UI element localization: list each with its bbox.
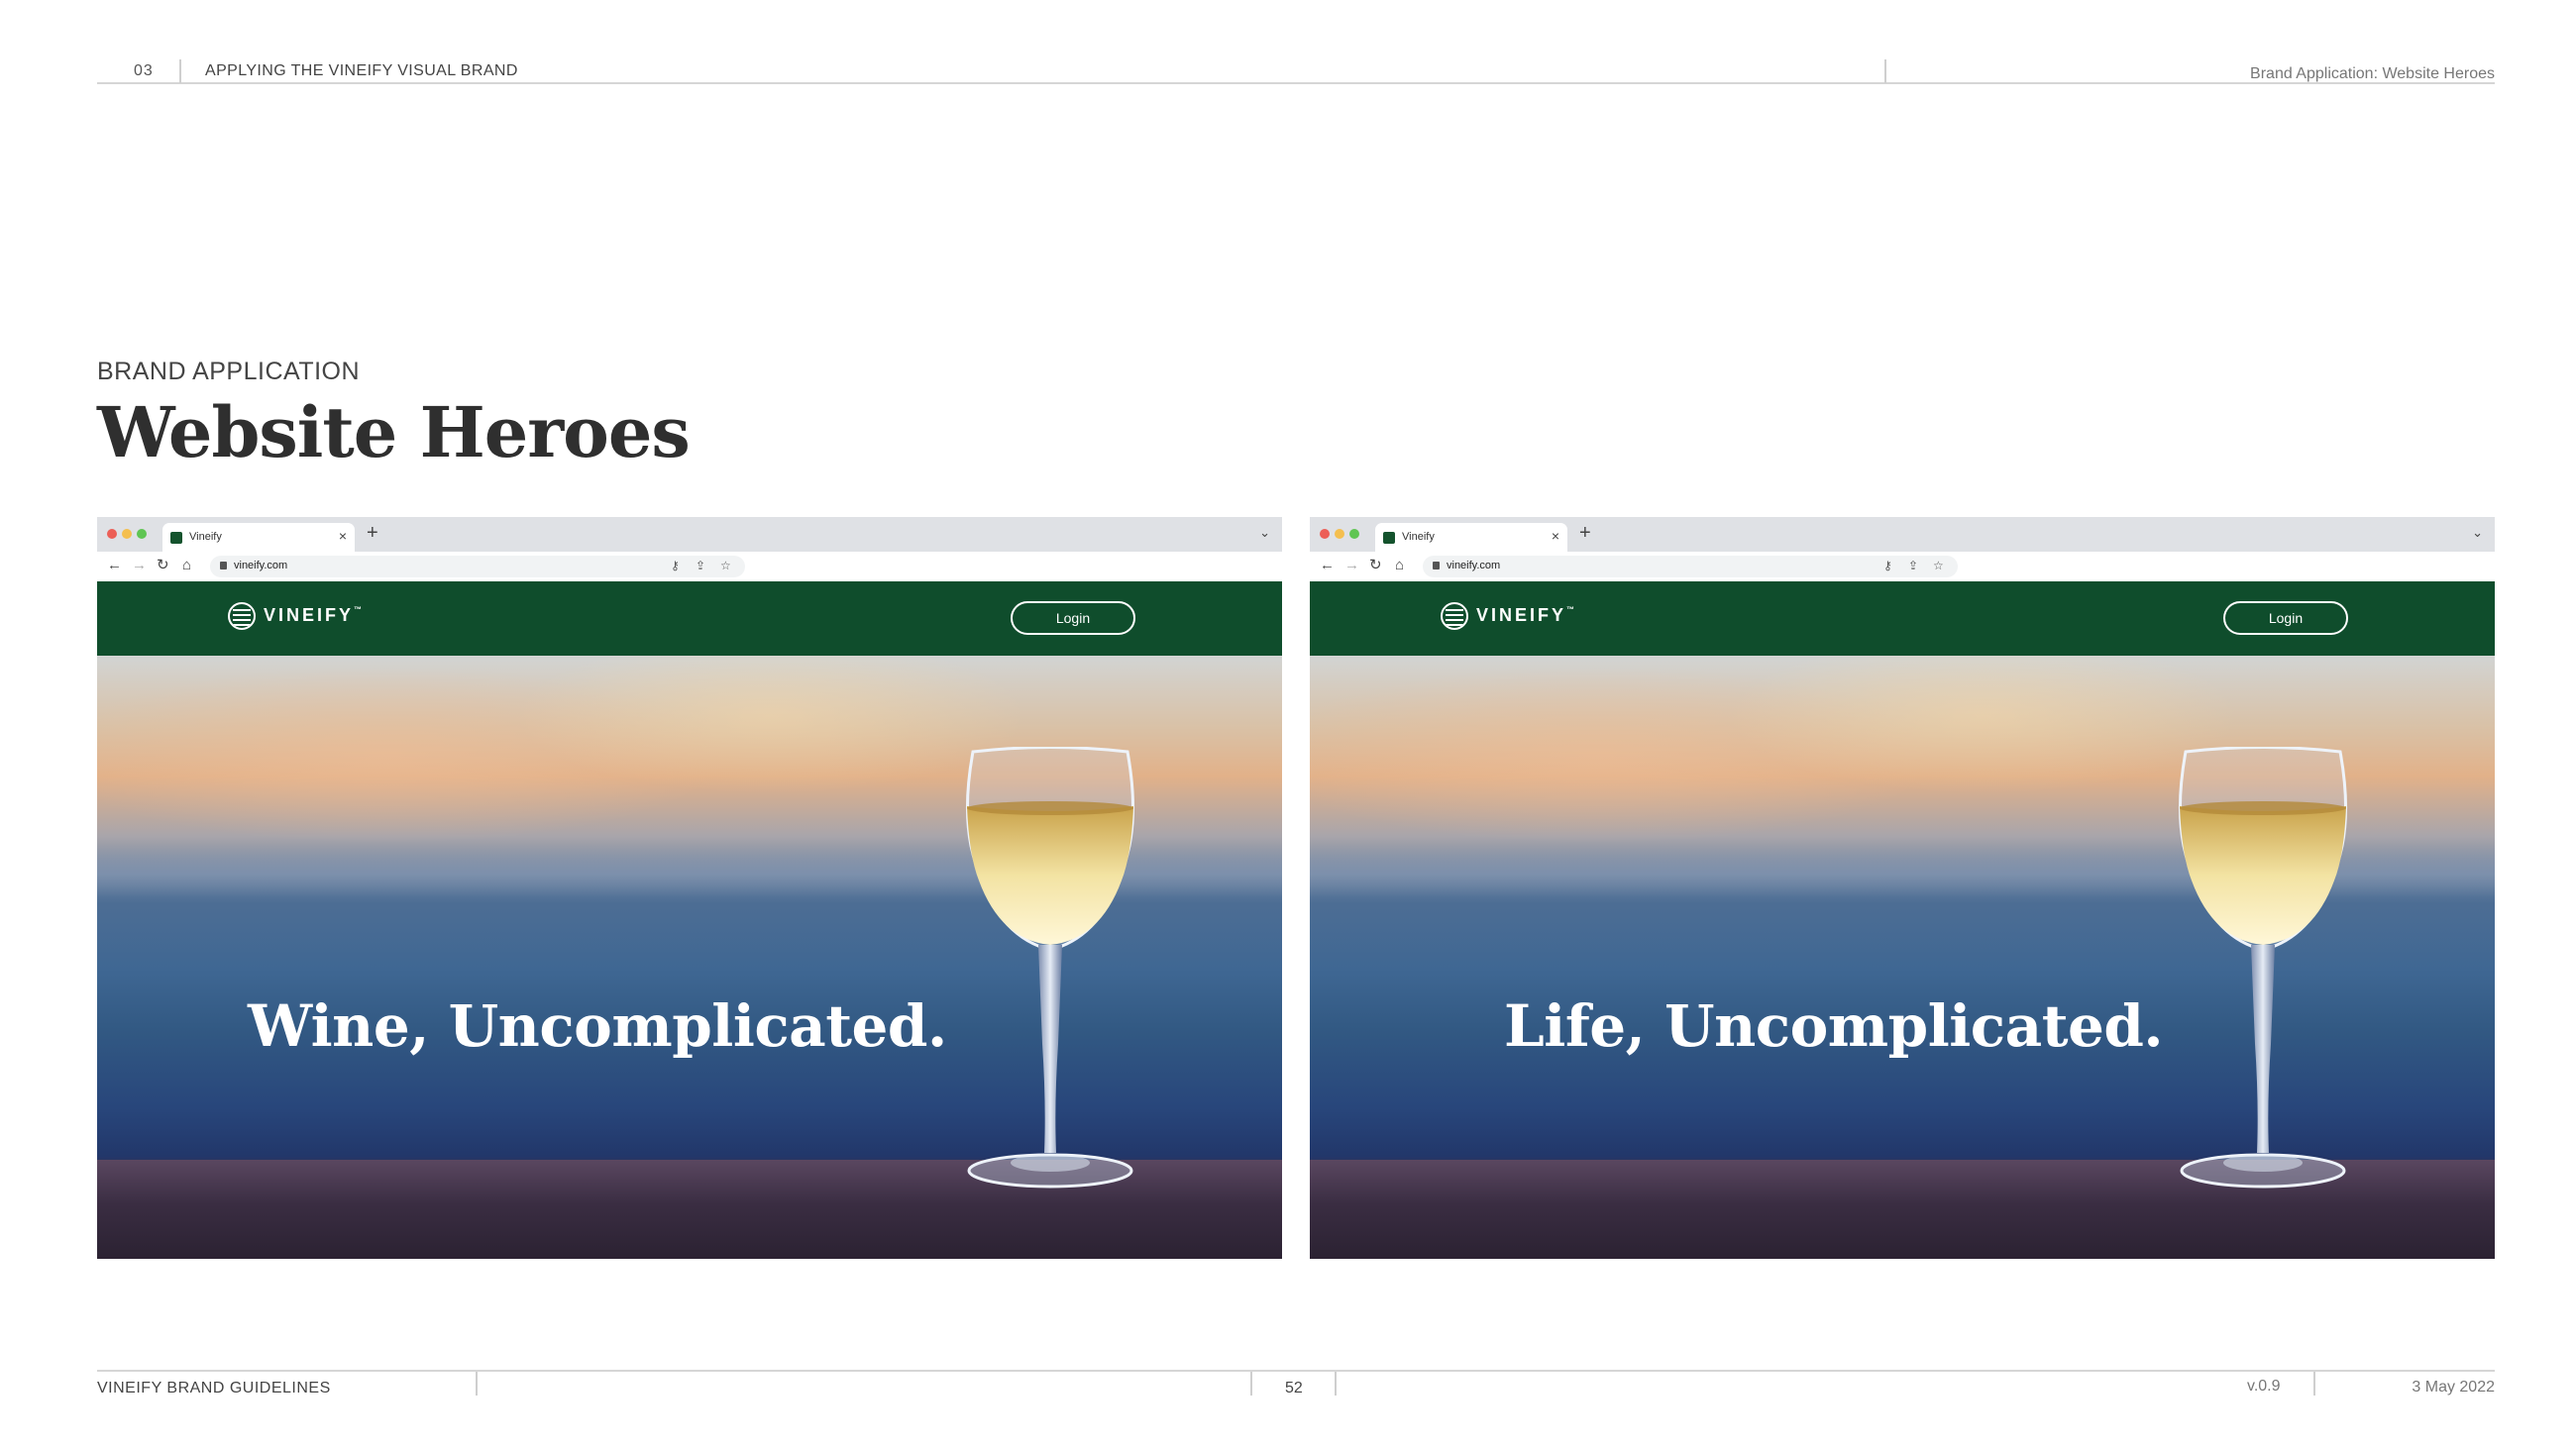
browser-tab-bar: Vineify × + ⌄	[97, 517, 1282, 552]
date-label: 3 May 2022	[2412, 1379, 2495, 1396]
zoom-window-icon[interactable]	[1349, 529, 1359, 539]
reload-icon[interactable]: ↻	[1369, 556, 1382, 575]
address-bar: ← → ↻ ⌂ vineify.com ⚷ ⇪ ☆	[1310, 552, 2495, 582]
footer-divider	[1335, 1372, 1337, 1396]
section-number: 03	[134, 62, 154, 79]
login-button[interactable]: Login	[2223, 601, 2348, 635]
header-divider	[1884, 59, 1886, 83]
browser-tab[interactable]: Vineify ×	[162, 523, 355, 552]
key-icon[interactable]: ⚷	[1883, 559, 1892, 572]
lock-icon	[1433, 562, 1440, 569]
hero-headline: Wine, Uncomplicated.	[248, 992, 947, 1060]
close-window-icon[interactable]	[1320, 529, 1330, 539]
address-bar: ← → ↻ ⌂ vineify.com ⚷ ⇪ ☆	[97, 552, 1282, 582]
new-tab-icon[interactable]: +	[1579, 522, 1591, 544]
header-rule	[97, 82, 2495, 84]
vineify-logo-icon[interactable]	[1441, 602, 1468, 630]
browser-tab-bar: Vineify × + ⌄	[1310, 517, 2495, 552]
tab-label: Vineify	[189, 531, 222, 543]
close-window-icon[interactable]	[107, 529, 117, 539]
site-navbar: VINEIFY™ Login	[97, 581, 1282, 656]
vineify-logo-icon[interactable]	[228, 602, 256, 630]
browser-tab[interactable]: Vineify ×	[1375, 523, 1567, 552]
home-icon[interactable]: ⌂	[1395, 556, 1404, 575]
page-title: Website Heroes	[97, 391, 691, 473]
section-title: APPLYING THE VINEIFY VISUAL BRAND	[205, 62, 518, 79]
favicon-icon	[170, 532, 182, 544]
lock-icon	[220, 562, 227, 569]
forward-icon[interactable]: →	[132, 556, 147, 575]
url-text: vineify.com	[1447, 560, 1501, 571]
header-divider	[179, 59, 181, 83]
website-hero-mockup-life: Vineify × + ⌄ ← → ↻ ⌂ vineify.com ⚷ ⇪ ☆ …	[1310, 517, 2495, 1259]
footer-divider	[2313, 1372, 2315, 1396]
vineify-logo-text[interactable]: VINEIFY™	[264, 605, 362, 626]
hero-headline: Life, Uncomplicated.	[1504, 992, 2164, 1060]
url-field[interactable]: vineify.com ⚷ ⇪ ☆	[210, 556, 745, 577]
login-button[interactable]: Login	[1011, 601, 1135, 635]
guide-name: VINEIFY BRAND GUIDELINES	[97, 1380, 331, 1397]
share-icon[interactable]: ⇪	[1908, 559, 1918, 572]
star-icon[interactable]: ☆	[720, 559, 731, 572]
hero-image: Life, Uncomplicated.	[1310, 656, 2495, 1259]
home-icon[interactable]: ⌂	[182, 556, 191, 575]
back-icon[interactable]: ←	[107, 556, 122, 575]
hero-image: Wine, Uncomplicated.	[97, 656, 1282, 1259]
wine-glass-illustration	[965, 747, 1135, 1189]
close-tab-icon[interactable]: ×	[339, 528, 347, 544]
footer-divider	[1250, 1372, 1252, 1396]
key-icon[interactable]: ⚷	[671, 559, 680, 572]
chevron-down-icon[interactable]: ⌄	[1259, 525, 1270, 541]
reload-icon[interactable]: ↻	[157, 556, 169, 575]
forward-icon[interactable]: →	[1344, 556, 1359, 575]
close-tab-icon[interactable]: ×	[1552, 528, 1559, 544]
eyebrow-label: BRAND APPLICATION	[97, 358, 361, 385]
version-label: v.0.9	[2247, 1378, 2281, 1395]
back-icon[interactable]: ←	[1320, 556, 1335, 575]
website-hero-mockup-wine: Vineify × + ⌄ ← → ↻ ⌂ vineify.com ⚷ ⇪ ☆ …	[97, 517, 1282, 1259]
star-icon[interactable]: ☆	[1933, 559, 1944, 572]
tab-label: Vineify	[1402, 531, 1435, 543]
page-topic: Brand Application: Website Heroes	[2250, 65, 2495, 82]
share-icon[interactable]: ⇪	[696, 559, 705, 572]
site-navbar: VINEIFY™ Login	[1310, 581, 2495, 656]
favicon-icon	[1383, 532, 1395, 544]
url-text: vineify.com	[234, 560, 288, 571]
zoom-window-icon[interactable]	[137, 529, 147, 539]
url-field[interactable]: vineify.com ⚷ ⇪ ☆	[1423, 556, 1958, 577]
minimize-window-icon[interactable]	[1335, 529, 1344, 539]
vineify-logo-text[interactable]: VINEIFY™	[1476, 605, 1574, 626]
minimize-window-icon[interactable]	[122, 529, 132, 539]
wine-glass-illustration	[2178, 747, 2348, 1189]
footer-divider	[476, 1372, 478, 1396]
new-tab-icon[interactable]: +	[367, 522, 378, 544]
chevron-down-icon[interactable]: ⌄	[2472, 525, 2483, 541]
page-number: 52	[1285, 1380, 1303, 1397]
footer-rule	[97, 1370, 2495, 1372]
